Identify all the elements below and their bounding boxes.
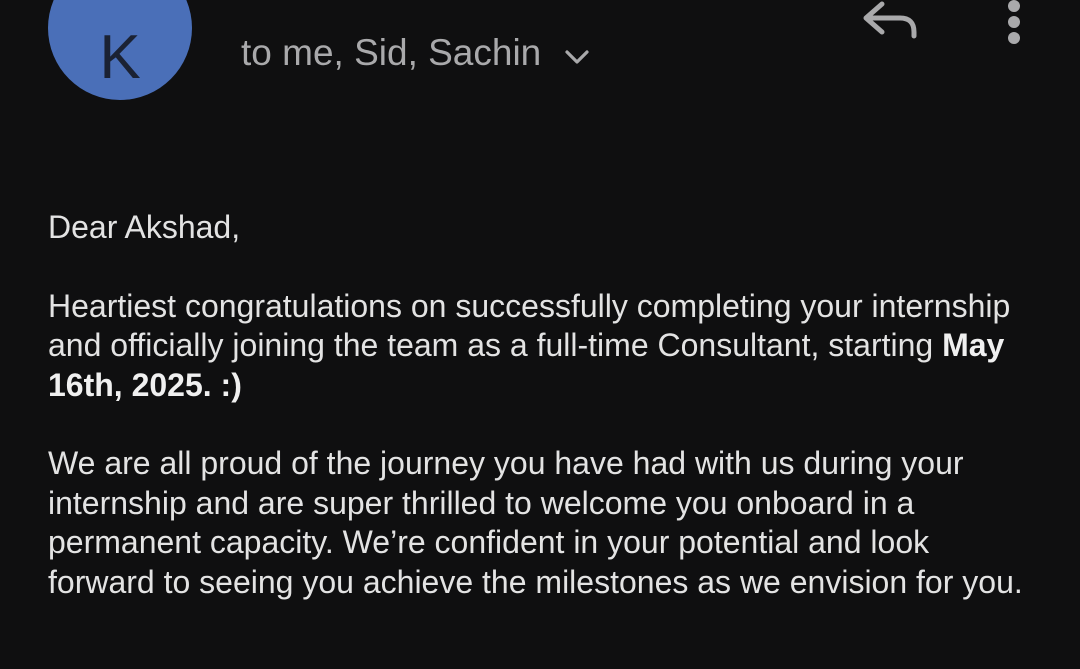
reply-icon[interactable] <box>858 0 920 44</box>
recipients-label: to me, Sid, Sachin <box>241 32 542 73</box>
paragraph-welcome: We are all proud of the journey you have… <box>48 445 1023 600</box>
chevron-down-icon <box>565 50 589 64</box>
sender-avatar[interactable]: K <box>48 0 192 100</box>
paragraph-congratulations: Heartiest congratulations on successfull… <box>48 287 1038 406</box>
greeting: Dear Akshad, <box>48 209 241 245</box>
more-vert-icon[interactable] <box>999 0 1029 50</box>
message-body: Dear Akshad, Heartiest congratulations o… <box>48 208 1038 602</box>
para1-text: Heartiest congratulations on successfull… <box>48 287 1011 364</box>
recipients-toggle[interactable]: to me, Sid, Sachin <box>241 32 593 74</box>
avatar-letter: K <box>99 23 141 92</box>
